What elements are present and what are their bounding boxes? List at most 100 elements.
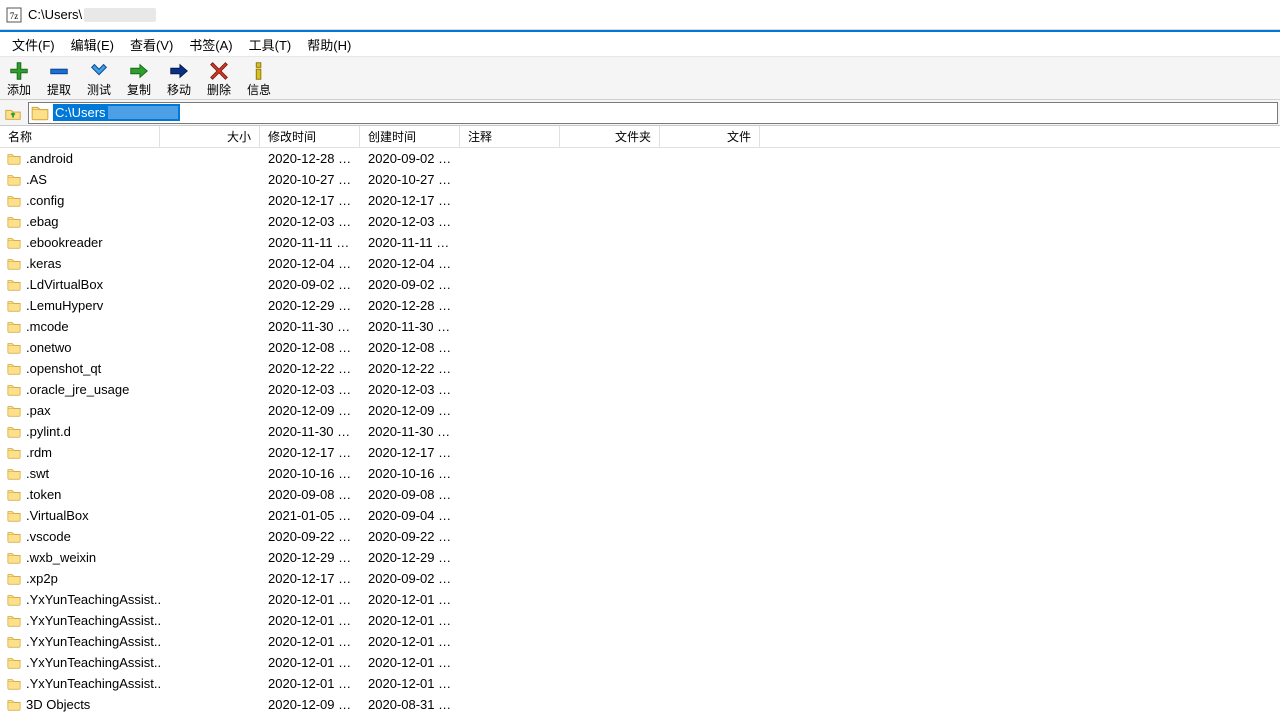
cell-mtime: 2021-01-05 1... (260, 508, 360, 523)
menu-tools[interactable]: 工具(T) (241, 33, 300, 56)
cross-icon (207, 60, 231, 82)
app-icon: 7z (6, 7, 22, 23)
menu-help[interactable]: 帮助(H) (299, 33, 359, 56)
list-item[interactable]: .openshot_qt2020-12-22 1...2020-12-22 1.… (0, 358, 1280, 379)
folder-icon (6, 551, 22, 565)
list-item[interactable]: .config2020-12-17 1...2020-12-17 1... (0, 190, 1280, 211)
file-name: .VirtualBox (26, 508, 89, 523)
list-item[interactable]: .ebag2020-12-03 1...2020-12-03 1... (0, 211, 1280, 232)
cell-mtime: 2020-12-03 1... (260, 214, 360, 229)
file-name: .rdm (26, 445, 52, 460)
file-name: 3D Objects (26, 697, 90, 712)
cell-name: .pylint.d (0, 424, 160, 439)
file-name: .YxYunTeachingAssist... (26, 613, 160, 628)
folder-icon (6, 656, 22, 670)
cell-ctime: 2020-12-01 1... (360, 592, 460, 607)
file-name: .YxYunTeachingAssist... (26, 655, 160, 670)
col-comment[interactable]: 注释 (460, 126, 560, 147)
col-mtime[interactable]: 修改时间 (260, 126, 360, 147)
folder-icon (6, 362, 22, 376)
file-name: .wxb_weixin (26, 550, 96, 565)
list-item[interactable]: .rdm2020-12-17 1...2020-12-17 1... (0, 442, 1280, 463)
list-item[interactable]: .token2020-09-08 1...2020-09-08 1... (0, 484, 1280, 505)
list-item[interactable]: .YxYunTeachingAssist...2020-12-01 1...20… (0, 610, 1280, 631)
list-item[interactable]: .YxYunTeachingAssist...2020-12-01 1...20… (0, 631, 1280, 652)
file-name: .onetwo (26, 340, 72, 355)
path-input[interactable]: C:\Users (28, 102, 1278, 124)
cell-mtime: 2020-12-04 1... (260, 256, 360, 271)
folder-icon (6, 572, 22, 586)
cell-name: .swt (0, 466, 160, 481)
copy-button[interactable]: 复制 (124, 60, 154, 97)
list-item[interactable]: .pax2020-12-09 1...2020-12-09 1... (0, 400, 1280, 421)
list-item[interactable]: .ebookreader2020-11-11 1...2020-11-11 1.… (0, 232, 1280, 253)
cell-mtime: 2020-12-03 1... (260, 382, 360, 397)
list-item[interactable]: .mcode2020-11-30 1...2020-11-30 1... (0, 316, 1280, 337)
col-size[interactable]: 大小 (160, 126, 260, 147)
list-item[interactable]: .wxb_weixin2020-12-29 1...2020-12-29 1..… (0, 547, 1280, 568)
info-icon (247, 60, 271, 82)
file-name: .config (26, 193, 64, 208)
folder-icon (6, 635, 22, 649)
svg-text:7z: 7z (10, 11, 19, 21)
cell-mtime: 2020-12-29 1... (260, 550, 360, 565)
folder-icon (6, 593, 22, 607)
cell-ctime: 2020-09-08 1... (360, 487, 460, 502)
plus-icon (7, 60, 31, 82)
list-item[interactable]: .LemuHyperv2020-12-29 1...2020-12-28 1..… (0, 295, 1280, 316)
cell-ctime: 2020-12-01 1... (360, 613, 460, 628)
list-item[interactable]: .YxYunTeachingAssist...2020-12-01 1...20… (0, 652, 1280, 673)
cell-name: .YxYunTeachingAssist... (0, 592, 160, 607)
list-item[interactable]: .YxYunTeachingAssist...2020-12-01 1...20… (0, 589, 1280, 610)
cell-name: .keras (0, 256, 160, 271)
folder-icon (6, 488, 22, 502)
menu-edit[interactable]: 编辑(E) (63, 33, 122, 56)
add-button[interactable]: 添加 (4, 60, 34, 97)
list-item[interactable]: .pylint.d2020-11-30 1...2020-11-30 1... (0, 421, 1280, 442)
folder-icon (6, 236, 22, 250)
col-files[interactable]: 文件 (660, 126, 760, 147)
menu-bookmarks[interactable]: 书签(A) (181, 33, 240, 56)
minus-icon (47, 60, 71, 82)
col-ctime[interactable]: 创建时间 (360, 126, 460, 147)
cell-ctime: 2020-10-16 1... (360, 466, 460, 481)
cell-name: .ebag (0, 214, 160, 229)
list-item[interactable]: .onetwo2020-12-08 1...2020-12-08 1... (0, 337, 1280, 358)
move-button[interactable]: 移动 (164, 60, 194, 97)
test-button[interactable]: 测试 (84, 60, 114, 97)
cell-mtime: 2020-12-22 1... (260, 361, 360, 376)
list-item[interactable]: .VirtualBox2021-01-05 1...2020-09-04 1..… (0, 505, 1280, 526)
list-item[interactable]: .LdVirtualBox2020-09-02 1...2020-09-02 1… (0, 274, 1280, 295)
cell-name: .ebookreader (0, 235, 160, 250)
cell-mtime: 2020-12-17 0... (260, 571, 360, 586)
test-label: 测试 (87, 83, 111, 97)
list-item[interactable]: .oracle_jre_usage2020-12-03 1...2020-12-… (0, 379, 1280, 400)
cell-name: .pax (0, 403, 160, 418)
list-item[interactable]: 3D Objects2020-12-09 1...2020-08-31 1... (0, 694, 1280, 715)
list-item[interactable]: .xp2p2020-12-17 0...2020-09-02 1... (0, 568, 1280, 589)
folder-icon (6, 614, 22, 628)
cell-ctime: 2020-12-22 1... (360, 361, 460, 376)
file-name: .swt (26, 466, 49, 481)
list-item[interactable]: .android2020-12-28 1...2020-09-02 1... (0, 148, 1280, 169)
cell-mtime: 2020-10-16 1... (260, 466, 360, 481)
list-item[interactable]: .YxYunTeachingAssist...2020-12-01 1...20… (0, 673, 1280, 694)
cell-name: .rdm (0, 445, 160, 460)
col-folders[interactable]: 文件夹 (560, 126, 660, 147)
extract-button[interactable]: 提取 (44, 60, 74, 97)
menu-view[interactable]: 查看(V) (122, 33, 181, 56)
delete-button[interactable]: 删除 (204, 60, 234, 97)
list-item[interactable]: .swt 2020-10-16 1...2020-10-16 1... (0, 463, 1280, 484)
list-item[interactable]: .vscode2020-09-22 1...2020-09-22 1... (0, 526, 1280, 547)
col-name[interactable]: 名称 (0, 126, 160, 147)
cell-ctime: 2020-12-08 1... (360, 340, 460, 355)
file-name: .YxYunTeachingAssist... (26, 592, 160, 607)
list-item[interactable]: .AS2020-10-27 1...2020-10-27 1... (0, 169, 1280, 190)
cell-ctime: 2020-12-01 1... (360, 676, 460, 691)
cell-name: .token (0, 487, 160, 502)
menu-file[interactable]: 文件(F) (4, 33, 63, 56)
up-button[interactable] (2, 102, 24, 124)
list-item[interactable]: .keras2020-12-04 1...2020-12-04 1... (0, 253, 1280, 274)
file-list[interactable]: .android2020-12-28 1...2020-09-02 1....A… (0, 148, 1280, 720)
info-button[interactable]: 信息 (244, 60, 274, 97)
